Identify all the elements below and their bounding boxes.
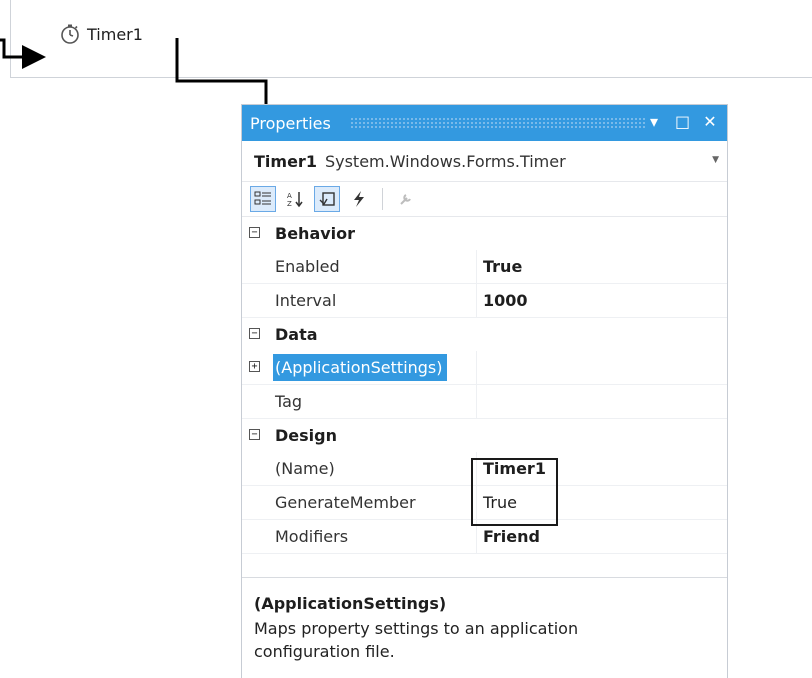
category-label: Behavior bbox=[275, 224, 356, 243]
property-name: (ApplicationSettings) bbox=[273, 354, 447, 381]
category-label: Design bbox=[275, 426, 337, 445]
collapse-icon[interactable]: − bbox=[249, 328, 260, 339]
properties-toolbar: A Z bbox=[242, 182, 727, 217]
category-data[interactable]: − Data bbox=[242, 318, 727, 351]
property-row-interval[interactable]: Interval 1000 bbox=[242, 284, 727, 318]
window-buttons: ▾ □ ✕ bbox=[647, 111, 717, 133]
object-selector[interactable]: Timer1 System.Windows.Forms.Timer ▼ bbox=[242, 141, 727, 182]
component-tray: Timer1 bbox=[10, 0, 812, 78]
chevron-down-icon[interactable]: ▼ bbox=[712, 155, 719, 165]
collapse-icon[interactable]: − bbox=[249, 227, 260, 238]
property-name: Modifiers bbox=[275, 527, 349, 546]
svg-text:Z: Z bbox=[287, 200, 292, 208]
column-divider bbox=[476, 351, 477, 384]
properties-titlebar[interactable]: Properties ▾ □ ✕ bbox=[242, 105, 727, 141]
titlebar-grip bbox=[350, 117, 645, 129]
alphabetical-icon[interactable]: A Z bbox=[282, 186, 308, 212]
properties-title: Properties bbox=[250, 113, 331, 133]
category-design[interactable]: − Design bbox=[242, 419, 727, 452]
property-name: (Name) bbox=[275, 459, 335, 478]
toolbar-separator bbox=[382, 188, 383, 210]
highlight-box bbox=[471, 458, 558, 526]
column-divider bbox=[476, 250, 477, 283]
property-row-application-settings[interactable]: + (ApplicationSettings) bbox=[242, 351, 727, 385]
maximize-icon[interactable]: □ bbox=[675, 111, 690, 133]
object-name: Timer1 bbox=[254, 151, 317, 171]
property-value[interactable]: Friend bbox=[483, 527, 540, 546]
property-name: GenerateMember bbox=[275, 493, 416, 512]
svg-text:A: A bbox=[287, 192, 292, 200]
object-type: System.Windows.Forms.Timer bbox=[324, 151, 566, 171]
description-text: Maps property settings to an application… bbox=[254, 619, 579, 661]
property-name: Interval bbox=[275, 291, 337, 310]
window-position-icon[interactable]: ▾ bbox=[647, 111, 661, 133]
property-row-tag[interactable]: Tag bbox=[242, 385, 727, 419]
property-value[interactable]: True bbox=[483, 257, 522, 276]
category-label: Data bbox=[275, 325, 318, 344]
expand-icon[interactable]: + bbox=[249, 361, 260, 372]
timer-component-label: Timer1 bbox=[87, 24, 143, 44]
description-pane: (ApplicationSettings) Maps property sett… bbox=[242, 577, 727, 678]
close-icon[interactable]: ✕ bbox=[703, 111, 717, 133]
categorized-icon[interactable] bbox=[250, 186, 276, 212]
property-pages-icon[interactable] bbox=[393, 186, 419, 212]
column-divider bbox=[476, 385, 477, 418]
events-icon[interactable] bbox=[346, 186, 372, 212]
property-row-enabled[interactable]: Enabled True bbox=[242, 250, 727, 284]
description-title: (ApplicationSettings) bbox=[254, 594, 447, 613]
property-name: Enabled bbox=[275, 257, 340, 276]
column-divider bbox=[476, 284, 477, 317]
timer-component[interactable]: Timer1 bbox=[59, 23, 143, 45]
category-behavior[interactable]: − Behavior bbox=[242, 217, 727, 250]
stopwatch-icon bbox=[59, 23, 81, 45]
collapse-icon[interactable]: − bbox=[249, 429, 260, 440]
property-name: Tag bbox=[275, 392, 303, 411]
property-value[interactable]: 1000 bbox=[483, 291, 528, 310]
properties-icon[interactable] bbox=[314, 186, 340, 212]
properties-window: Properties ▾ □ ✕ Timer1 System.Windows.F… bbox=[241, 104, 728, 678]
